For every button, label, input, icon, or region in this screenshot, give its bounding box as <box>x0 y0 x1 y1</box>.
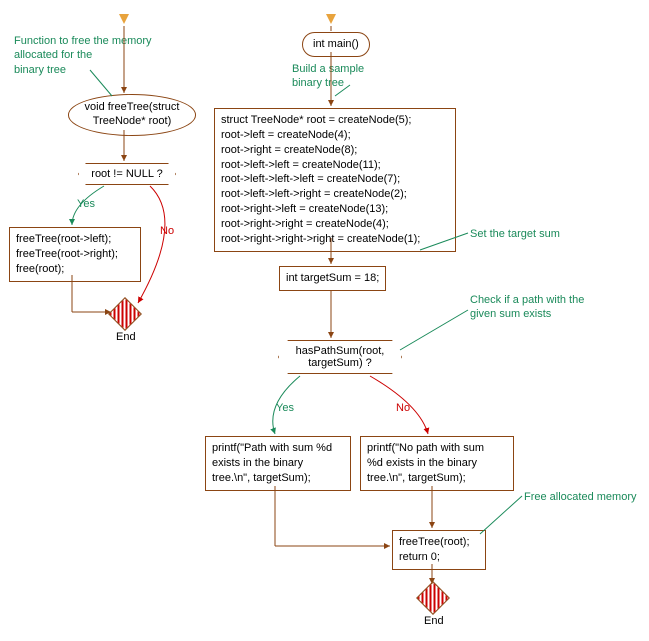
label-yes-left: Yes <box>77 198 95 210</box>
label-yes-right: Yes <box>276 402 294 414</box>
annot-build: Build a sample binary tree <box>292 62 364 91</box>
end-right-label: End <box>424 614 444 628</box>
label-no-right: No <box>396 402 410 414</box>
annot-free-mem: Free allocated memory <box>524 490 637 504</box>
print-no: printf("No path with sum %d exists in th… <box>360 436 514 491</box>
end-left-label: End <box>116 330 136 344</box>
end-left <box>108 297 142 331</box>
annot-target: Set the target sum <box>470 227 560 241</box>
print-yes: printf("Path with sum %d exists in the b… <box>205 436 351 491</box>
cond-haspathsum: hasPathSum(root, targetSum) ? <box>278 340 402 374</box>
cleanup-block: freeTree(root); return 0; <box>392 530 486 570</box>
freeTree-signature: void freeTree(struct TreeNode* root) <box>68 94 196 136</box>
start-arrow-right <box>326 14 336 24</box>
target-sum: int targetSum = 18; <box>279 266 386 291</box>
annot-free-func: Function to free the memory allocated fo… <box>14 34 152 77</box>
main-node: int main() <box>302 32 370 57</box>
build-block: struct TreeNode* root = createNode(5); r… <box>214 108 456 252</box>
start-arrow-left <box>119 14 129 24</box>
free-body: freeTree(root->left); freeTree(root->rig… <box>9 227 141 282</box>
end-right <box>416 581 450 615</box>
annot-check: Check if a path with the given sum exist… <box>470 293 584 322</box>
label-no-left: No <box>160 225 174 237</box>
cond-root-null: root != NULL ? <box>78 163 176 185</box>
